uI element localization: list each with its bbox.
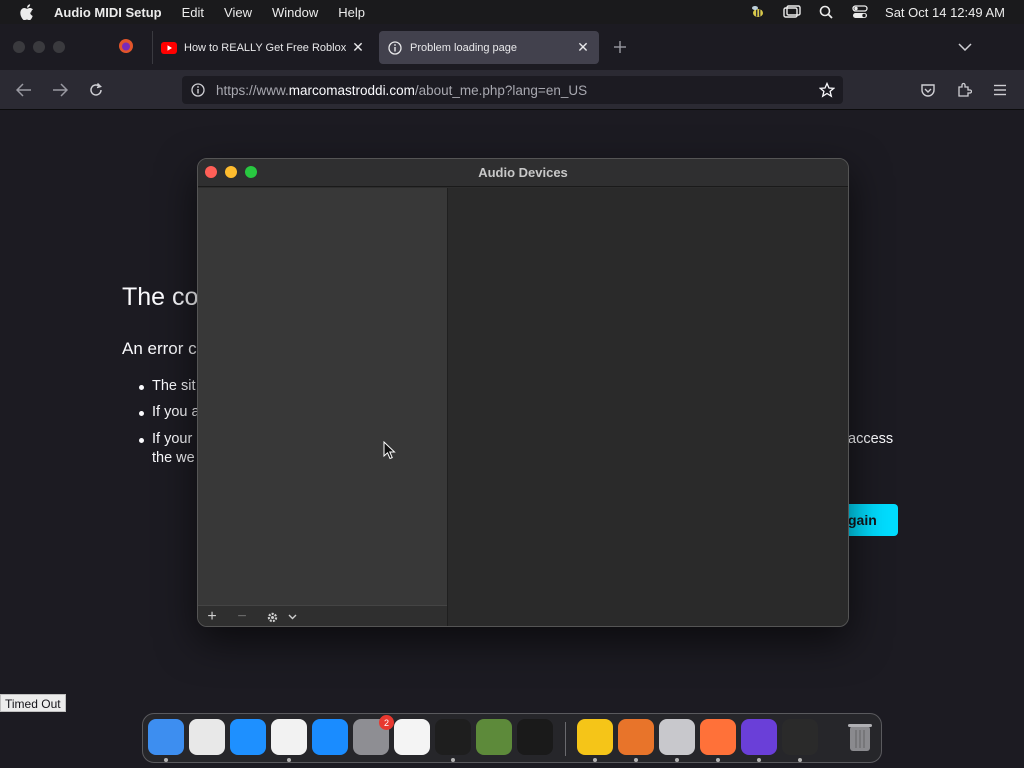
chevron-down-icon[interactable] — [283, 608, 301, 626]
url-prefix: https://www. — [216, 82, 289, 98]
audio-window-titlebar[interactable]: Audio Devices — [198, 159, 848, 187]
new-tab-button[interactable] — [610, 37, 630, 57]
menu-window[interactable]: Window — [272, 5, 318, 20]
app-name-menu[interactable]: Audio MIDI Setup — [54, 5, 162, 20]
menu-help[interactable]: Help — [338, 5, 365, 20]
pocket-icon[interactable] — [917, 80, 939, 100]
running-indicator — [593, 758, 597, 762]
error-subtitle: An error c — [122, 339, 197, 358]
back-button[interactable] — [13, 80, 35, 100]
device-detail-pane — [448, 188, 848, 626]
terminal-icon[interactable] — [435, 719, 471, 755]
running-indicator — [164, 758, 168, 762]
pinned-tab-firefox[interactable] — [116, 36, 136, 56]
control-center-icon[interactable] — [851, 4, 869, 20]
menu-bar-clock[interactable]: Sat Oct 14 12:49 AM — [885, 5, 1005, 20]
mouse-cursor — [383, 441, 396, 460]
error-bullet: If your — [138, 431, 193, 447]
running-indicator — [675, 758, 679, 762]
audio-devices-window: Audio Devices + − — [197, 158, 849, 627]
close-tab-icon[interactable]: ✕ — [575, 39, 591, 56]
error-bullet: The sit — [139, 378, 196, 394]
add-device-button[interactable]: + — [203, 608, 221, 626]
cyberduck-icon[interactable] — [577, 719, 613, 755]
bookmark-star-icon[interactable] — [817, 80, 837, 100]
running-indicator — [287, 758, 291, 762]
url-path: /about_me.php?lang=en_US — [414, 82, 588, 98]
launchpad-icon[interactable] — [189, 719, 225, 755]
downloads-icon[interactable] — [618, 719, 654, 755]
window-zoom-button[interactable] — [53, 41, 65, 53]
menu-edit[interactable]: Edit — [182, 5, 204, 20]
system-preferences-icon[interactable]: 2 — [353, 715, 394, 755]
reload-button[interactable] — [85, 80, 107, 100]
textedit-icon[interactable] — [394, 719, 430, 755]
url-domain: marcomastroddi.com — [288, 82, 415, 98]
system-settings-icon[interactable] — [659, 719, 695, 755]
audio-midi-setup-icon[interactable] — [782, 719, 818, 755]
apple-icon[interactable] — [19, 4, 35, 20]
error-title: The co — [122, 283, 199, 311]
error-bullet-continuation: the we — [152, 450, 195, 466]
running-indicator — [451, 758, 455, 762]
youtube-icon — [161, 40, 177, 56]
tab-youtube[interactable]: How to REALLY Get Free Roblox ✕ — [152, 31, 374, 64]
minecraft-icon[interactable] — [476, 719, 512, 755]
running-indicator — [716, 758, 720, 762]
screen-mirroring-icon[interactable] — [783, 4, 801, 20]
hamburger-menu-icon[interactable] — [989, 80, 1011, 100]
notification-badge: 2 — [379, 715, 394, 730]
menu-view[interactable]: View — [224, 5, 252, 20]
finder-icon[interactable] — [148, 719, 184, 755]
site-info-icon[interactable] — [189, 81, 207, 99]
notchmeister-icon[interactable] — [741, 719, 777, 755]
app-store-icon[interactable] — [312, 719, 348, 755]
tab-problem-loading[interactable]: Problem loading page ✕ — [379, 31, 599, 64]
bee-icon[interactable] — [749, 4, 767, 20]
info-icon — [387, 40, 403, 56]
chatgpt-icon[interactable] — [517, 719, 553, 755]
dock: 2 — [142, 713, 882, 763]
tab-title: How to REALLY Get Free Roblox — [184, 41, 346, 54]
window-title: Audio Devices — [478, 165, 568, 180]
firefox-icon[interactable] — [700, 719, 736, 755]
device-list-footer: + − — [198, 605, 447, 626]
chrome-icon[interactable] — [271, 719, 307, 755]
dock-separator — [565, 722, 566, 756]
error-bullet: If you a — [139, 404, 200, 420]
url-bar[interactable]: https://www. marcomastroddi.com/about_me.… — [182, 76, 843, 104]
window-minimize-button[interactable] — [33, 41, 45, 53]
error-text-fragment: access — [848, 431, 894, 447]
search-icon[interactable] — [817, 4, 835, 20]
list-all-tabs-button[interactable] — [955, 37, 975, 57]
status-tooltip: Timed Out — [0, 694, 66, 712]
window-close-button[interactable] — [13, 41, 25, 53]
close-tab-icon[interactable]: ✕ — [350, 39, 366, 56]
running-indicator — [798, 758, 802, 762]
tab-title: Problem loading page — [410, 41, 518, 54]
extensions-icon[interactable] — [953, 80, 975, 100]
trash-icon[interactable] — [842, 719, 878, 755]
device-list[interactable] — [198, 188, 448, 605]
gear-icon[interactable] — [263, 608, 281, 626]
forward-button[interactable] — [49, 80, 71, 100]
running-indicator — [757, 758, 761, 762]
running-indicator — [634, 758, 638, 762]
remove-device-button[interactable]: − — [233, 608, 251, 626]
safari-icon[interactable] — [230, 719, 266, 755]
menu-bar: Audio MIDI Setup Edit View Window Help S… — [0, 0, 1024, 24]
